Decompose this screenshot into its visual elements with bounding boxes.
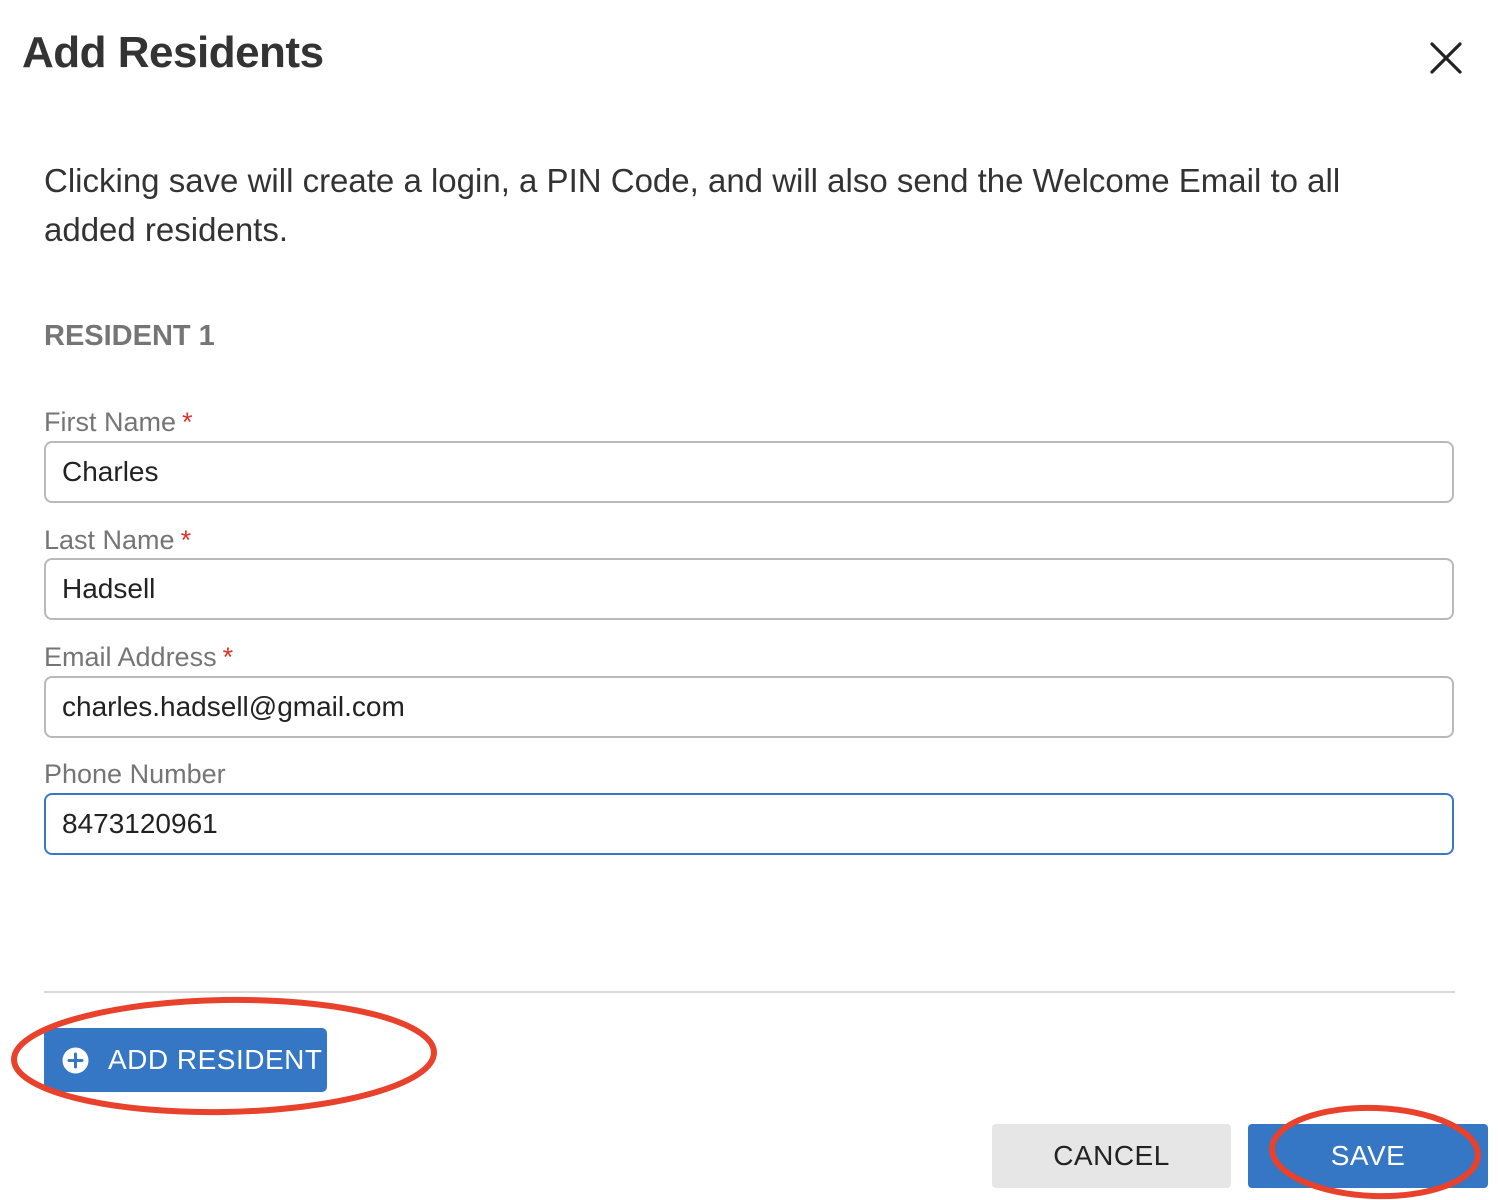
email-input[interactable] [44, 676, 1454, 738]
plus-circle-icon [62, 1047, 89, 1074]
first-name-input[interactable] [44, 441, 1454, 503]
required-marker: * [222, 642, 234, 672]
dialog-description: Clicking save will create a login, a PIN… [44, 162, 1341, 248]
cancel-button[interactable]: CANCEL [992, 1124, 1231, 1188]
email-label-text: Email Address [44, 642, 217, 672]
first-name-label: First Name * [44, 407, 193, 438]
last-name-input[interactable] [44, 558, 1454, 620]
divider [44, 991, 1455, 993]
save-button[interactable]: SAVE [1248, 1124, 1488, 1188]
add-resident-label: ADD RESIDENT [108, 1044, 323, 1075]
required-marker: * [182, 407, 193, 437]
resident-heading: RESIDENT 1 [44, 320, 215, 352]
close-icon [1422, 34, 1470, 82]
required-marker: * [180, 525, 192, 555]
add-residents-dialog: Add Residents Clicking save will create … [0, 0, 1498, 1200]
first-name-label-text: First Name [44, 407, 177, 437]
phone-label: Phone Number [44, 759, 226, 790]
close-button[interactable] [1422, 34, 1470, 82]
dialog-title: Add Residents [22, 28, 324, 77]
email-label: Email Address * [44, 642, 233, 673]
last-name-label-text: Last Name [44, 525, 175, 555]
add-resident-button[interactable]: ADD RESIDENT [44, 1028, 327, 1092]
last-name-label: Last Name * [44, 525, 191, 556]
phone-label-text: Phone Number [44, 759, 226, 789]
phone-input[interactable] [44, 793, 1454, 855]
